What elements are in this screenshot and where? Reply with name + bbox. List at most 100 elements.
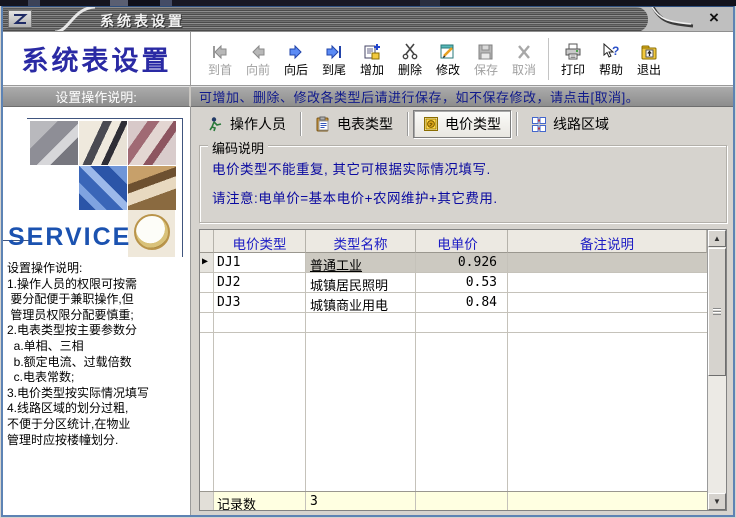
tab-separator [516,112,517,136]
print-button[interactable]: 打印 [554,40,592,78]
table-grid: 电价类型 类型名称 电单价 备注说明 ▶ DJ1 普通工业 0.926 [200,230,707,510]
photo-pen [79,121,127,165]
operator-person-icon [208,116,224,132]
watch-face [134,214,170,250]
add-record-button[interactable]: 增加 [353,40,391,78]
tab-price-types[interactable]: 电价类型 [413,110,511,138]
info-bar: 可增加、删除、修改各类型后请进行保存，如不保存修改，请点击[取消]。 [191,86,733,107]
last-record-icon [325,40,343,60]
footer-selector-cell [200,492,214,510]
help-icon: ? [601,40,621,60]
exit-button[interactable]: 退出 [630,40,668,78]
screen: 系统表设置 × 系统表设置 到首 向前 [0,0,736,518]
cell-note[interactable] [508,253,707,273]
cell-type-name[interactable]: 城镇居民照明 [306,273,416,293]
meter-clipboard-icon [315,116,331,132]
price-book-icon [423,116,439,132]
tab-operators[interactable]: 操作人员 [199,111,295,137]
scrollbar-grip [713,308,721,315]
cell-note[interactable] [508,273,707,293]
row-selector-cell[interactable] [200,273,214,293]
print-icon [564,40,582,60]
exit-icon [640,40,658,60]
tab-line-regions[interactable]: 线路区域 [522,111,618,137]
next-record-button[interactable]: 向后 [277,40,315,78]
empty-row [200,313,707,333]
cancel-button[interactable]: 取消 [505,40,543,78]
cell-type-name[interactable]: 普通工业 [306,253,416,273]
sidebar-header: 设置操作说明: [3,86,191,107]
row-selector-cell[interactable] [200,293,214,313]
tab-separator [300,112,301,136]
coding-rule-line2: 请注意:电单价=基本电价+农网维护+其它费用. [212,187,716,207]
svg-text:?: ? [612,44,619,58]
tab-meter-types[interactable]: 电表类型 [306,111,402,137]
current-row-icon: ▶ [200,256,208,267]
vertical-scrollbar[interactable]: ▲ ▼ [707,230,726,510]
scroll-down-icon[interactable]: ▼ [708,493,726,510]
selector-column-header [200,230,214,253]
table-header-row: 电价类型 类型名称 电单价 备注说明 [200,230,707,253]
cell-unit-price[interactable]: 0.926 [416,253,508,273]
delete-record-icon [401,40,419,60]
close-icon[interactable]: × [704,8,724,28]
cell-price-type[interactable]: DJ2 [214,273,306,293]
photo-watch [128,210,175,257]
service-collage-image: SERVICE [3,107,190,257]
scrollbar-track[interactable] [708,247,726,493]
cell-note[interactable] [508,293,707,313]
category-tabs: 操作人员 电表类型 电价类型 线路区域 [199,107,727,140]
photo-tools [30,121,78,165]
coding-rule-line1: 电价类型不能重复, 其它可根据实际情况填写. [212,158,716,178]
modify-record-button[interactable]: 修改 [429,40,467,78]
cell-unit-price[interactable]: 0.53 [416,273,508,293]
price-type-table: 电价类型 类型名称 电单价 备注说明 ▶ DJ1 普通工业 0.926 [199,229,727,511]
first-record-button[interactable]: 到首 [201,40,239,78]
cell-unit-price[interactable]: 0.84 [416,293,508,313]
titlebar: 系统表设置 × [3,7,733,32]
row-selector-cell[interactable]: ▶ [200,253,214,273]
toolbar-separator [548,38,549,80]
column-header-unit-price[interactable]: 电单价 [416,230,508,253]
cell-type-name[interactable]: 城镇商业用电 [306,293,416,313]
app-logo-icon [8,10,32,28]
prev-record-button[interactable]: 向前 [239,40,277,78]
cell-price-type[interactable]: DJ3 [214,293,306,313]
record-count-label: 记录数 [214,492,306,510]
body: SERVICE 设置操作说明: 1.操作人员的权限可按需 要分配便于兼职操作,但… [3,107,733,515]
cancel-icon [515,40,533,60]
column-header-price-type[interactable]: 电价类型 [214,230,306,253]
decor-line [27,118,183,119]
decor-line [182,118,183,257]
operation-instructions: 设置操作说明: 1.操作人员的权限可按需 要分配便于兼职操作,但 管理员权限分配… [3,257,190,448]
modify-record-icon [439,40,457,60]
table-empty-area [200,333,707,491]
tab-separator [407,112,408,136]
window-title: 系统表设置 [100,11,185,31]
prev-record-icon [249,40,267,60]
table-row[interactable]: DJ3 城镇商业用电 0.84 [200,293,707,313]
main-panel: 操作人员 电表类型 电价类型 线路区域 [191,107,733,515]
column-header-note[interactable]: 备注说明 [508,230,707,253]
photo-keyboard [79,166,127,210]
table-row[interactable]: DJ2 城镇居民照明 0.53 [200,273,707,293]
service-label: SERVICE [8,223,131,252]
scrollbar-thumb[interactable] [708,248,726,376]
subheader-row: 设置操作说明: 可增加、删除、修改各类型后请进行保存，如不保存修改，请点击[取消… [3,86,733,107]
toolbar-buttons: 到首 向前 向后 [191,32,733,85]
save-icon [477,40,495,60]
help-button[interactable]: ? 帮助 [592,40,630,78]
scroll-up-icon[interactable]: ▲ [708,230,726,247]
column-header-type-name[interactable]: 类型名称 [306,230,416,253]
delete-record-button[interactable]: 删除 [391,40,429,78]
add-record-icon [363,40,381,60]
cell-price-type[interactable]: DJ1 [214,253,306,273]
coding-description-groupbox: 编码说明 电价类型不能重复, 其它可根据实际情况填写. 请注意:电单价=基本电价… [199,145,727,223]
last-record-button[interactable]: 到尾 [315,40,353,78]
table-row[interactable]: ▶ DJ1 普通工业 0.926 [200,253,707,273]
groupbox-legend: 编码说明 [208,138,268,157]
record-count-value: 3 [306,492,416,510]
photo-instruments [128,121,176,165]
save-button[interactable]: 保存 [467,40,505,78]
page-title: 系统表设置 [3,32,191,85]
